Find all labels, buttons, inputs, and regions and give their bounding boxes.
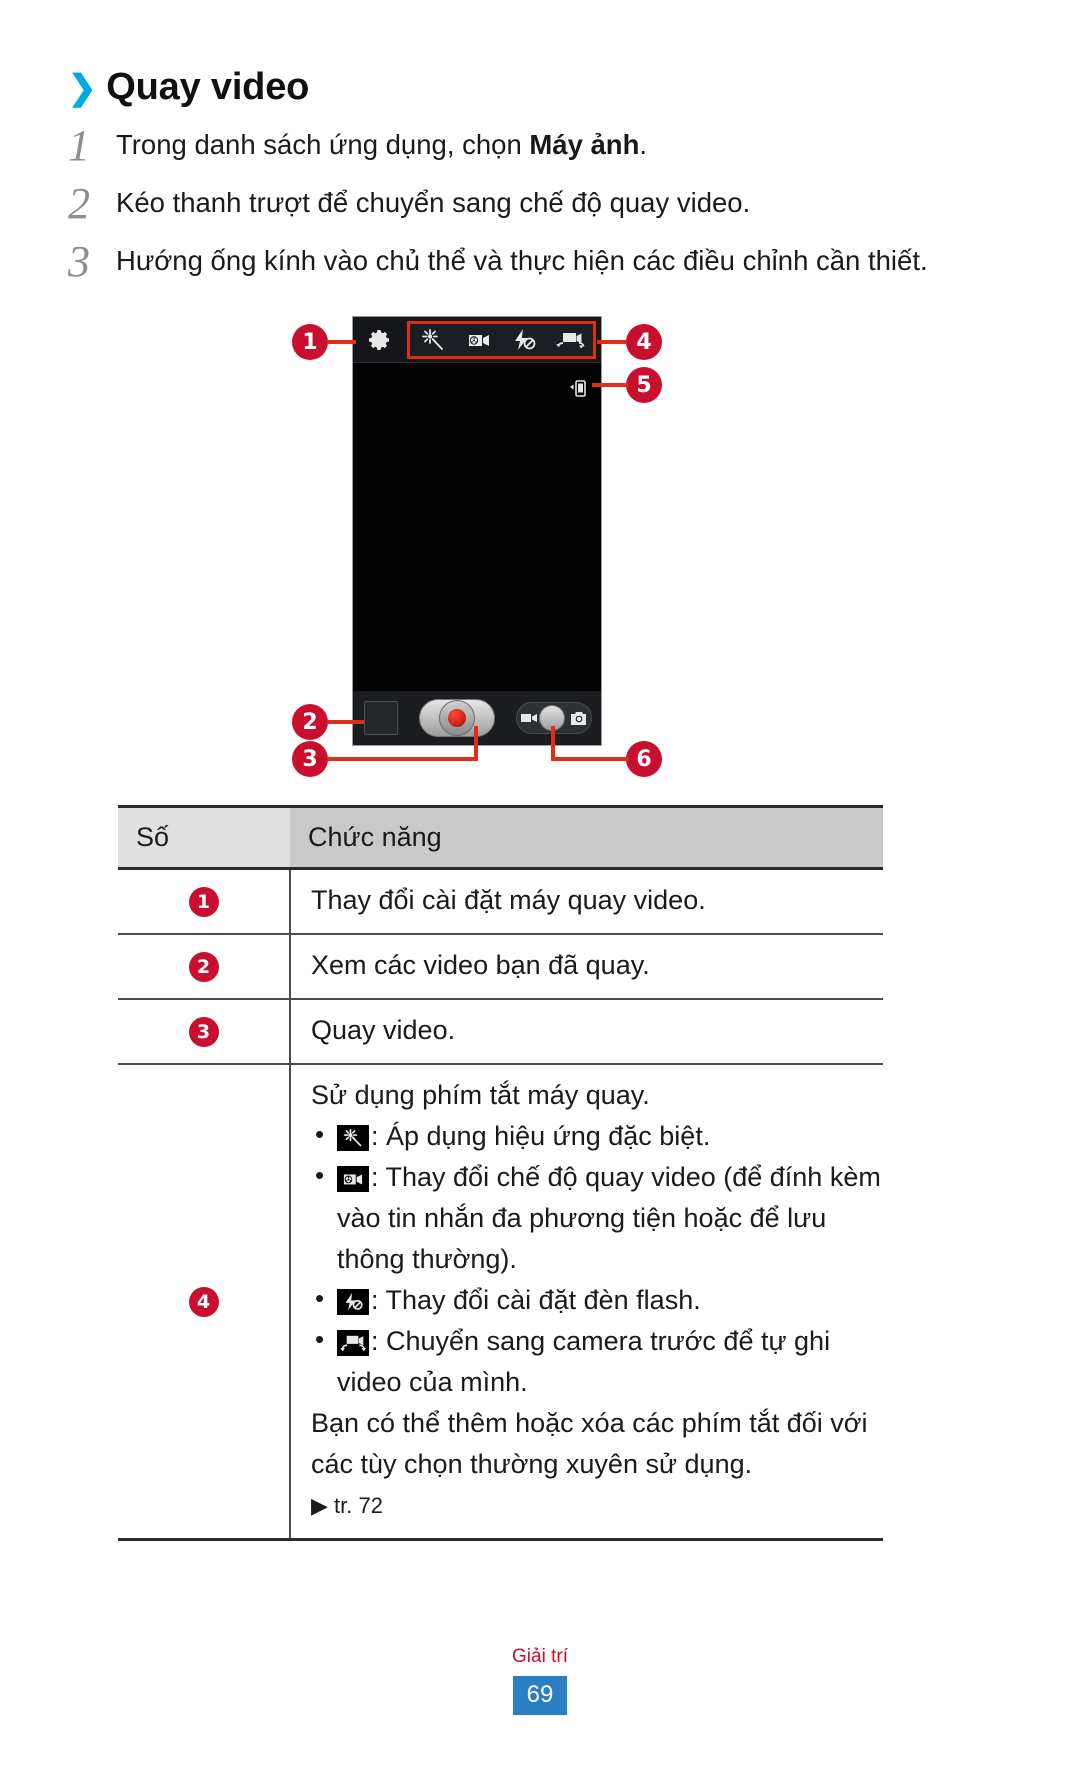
table-header-function: Chức năng xyxy=(290,805,883,870)
row-badge: 4 xyxy=(188,1286,219,1317)
bullet-item: : Thay đổi chế độ quay video (để đính kè… xyxy=(311,1155,883,1280)
page-title: ❯ Quay video xyxy=(68,66,309,109)
bullet-text: : Áp dụng hiệu ứng đặc biệt. xyxy=(371,1121,711,1151)
step-text-bold: Máy ảnh xyxy=(529,129,640,160)
row-text-cell: Quay video. xyxy=(290,999,883,1065)
chevron-right-icon: ❯ xyxy=(68,69,97,107)
step-item: 2 Kéo thanh trượt để chuyển sang chế độ … xyxy=(68,178,998,230)
record-button[interactable] xyxy=(419,699,495,737)
row4-bullets: : Áp dụng hiệu ứng đặc biệt. xyxy=(311,1114,883,1403)
phone-mockup xyxy=(352,316,602,746)
table-row: 2 Xem các video bạn đã quay. xyxy=(118,934,883,1000)
bullet-text: : Thay đổi chế độ quay video (để đính kè… xyxy=(337,1162,881,1274)
callout-leader-2 xyxy=(328,720,364,724)
steps-list: 1 Trong danh sách ứng dụng, chọn Máy ảnh… xyxy=(68,120,998,294)
row-badge: 2 xyxy=(188,951,219,982)
video-mode-icon xyxy=(337,1166,369,1192)
step-item: 1 Trong danh sách ứng dụng, chọn Máy ảnh… xyxy=(68,120,998,172)
footer-caption: Giải trí xyxy=(512,1646,568,1667)
step-number: 3 xyxy=(68,237,90,286)
callout-leader-3-h xyxy=(328,757,478,761)
step-text-post: . xyxy=(639,129,648,160)
callout-3: 3 xyxy=(292,741,328,777)
effects-shortcut-button[interactable] xyxy=(416,326,450,354)
row4-outro: Bạn có thể thêm hoặc xóa các phím tắt đố… xyxy=(311,1408,868,1479)
step-text-pre: Trong danh sách ứng dụng, chọn xyxy=(116,129,530,160)
callout-2: 2 xyxy=(292,704,328,740)
row-number-cell: 2 xyxy=(118,934,291,1000)
step-text: Trong danh sách ứng dụng, chọn Máy ảnh. xyxy=(116,120,647,169)
camera-top-toolbar xyxy=(353,317,601,363)
page-footer: Giải trí 69 xyxy=(0,1646,1080,1715)
flash-off-icon xyxy=(337,1289,369,1315)
manual-page: ❯ Quay video 1 Trong danh sách ứng dụng,… xyxy=(0,0,1080,1771)
callout-leader-6-v xyxy=(551,726,555,759)
row-badge: 1 xyxy=(188,886,219,917)
callout-leader-1 xyxy=(328,340,356,344)
video-mode-shortcut-button[interactable] xyxy=(462,326,496,354)
step-text: Kéo thanh trượt để chuyển sang chế độ qu… xyxy=(116,187,751,218)
table-header-number: Số xyxy=(118,805,290,870)
page-number: 69 xyxy=(512,1676,568,1715)
magic-wand-icon xyxy=(337,1125,369,1151)
switch-camera-icon xyxy=(337,1330,369,1356)
video-mode-icon xyxy=(468,334,489,346)
functions-table: Số Chức năng 1 Thay đổi cài đặt máy quay… xyxy=(118,805,883,1541)
table-row: 4 Sử dụng phím tắt máy quay. •: Áp dụng… xyxy=(118,1064,883,1541)
page-title-text: Quay video xyxy=(106,66,310,108)
callout-leader-6-h xyxy=(551,757,629,761)
step-number: 2 xyxy=(68,179,90,228)
step-item: 3 Hướng ống kính vào chủ thể và thực hiệ… xyxy=(68,236,998,288)
callout-leader-4 xyxy=(597,340,627,344)
callout-leader-3-v xyxy=(474,726,478,759)
row4-reference: ▶ tr. 72 xyxy=(311,1493,383,1518)
row4-intro: Sử dụng phím tắt máy quay. xyxy=(311,1080,650,1110)
row-number-cell: 4 xyxy=(118,1064,291,1541)
bullet-text: : Thay đổi cài đặt đèn flash. xyxy=(371,1285,701,1315)
callout-leader-5 xyxy=(592,383,628,387)
row-text-cell: Sử dụng phím tắt máy quay. •: Áp dụng h… xyxy=(290,1064,883,1541)
row-number-cell: 1 xyxy=(118,868,291,935)
switch-camera-icon xyxy=(556,332,585,348)
table-row: 3 Quay video. xyxy=(118,999,883,1065)
settings-button[interactable] xyxy=(353,328,407,352)
gallery-thumbnail-button[interactable] xyxy=(364,701,398,735)
magic-wand-icon xyxy=(421,328,443,350)
flash-off-shortcut-button[interactable] xyxy=(507,326,541,354)
photo-camera-icon xyxy=(571,711,586,725)
record-dot-icon xyxy=(448,709,466,727)
row-text-cell: Thay đổi cài đặt máy quay video. xyxy=(290,868,883,935)
table-header-row: Số Chức năng xyxy=(118,805,883,870)
bullet-item: : Áp dụng hiệu ứng đặc biệt. xyxy=(311,1114,883,1157)
bullet-item: : Thay đổi cài đặt đèn flash. xyxy=(311,1278,883,1321)
switch-camera-shortcut-button[interactable] xyxy=(553,326,587,354)
callout-6: 6 xyxy=(626,741,662,777)
camera-shortcuts-bar xyxy=(407,320,596,359)
bullet-item: : Chuyển sang camera trước để tự ghi vid… xyxy=(311,1319,883,1403)
flash-off-icon xyxy=(515,328,536,350)
camera-viewfinder xyxy=(353,363,601,693)
row-number-cell: 3 xyxy=(118,999,291,1065)
video-camera-icon xyxy=(521,714,537,722)
gear-icon xyxy=(369,329,389,350)
record-button-inner xyxy=(439,700,475,736)
record-area xyxy=(398,699,516,737)
step-text: Hướng ống kính vào chủ thể và thực hiện … xyxy=(116,245,928,276)
callout-4: 4 xyxy=(626,324,662,360)
storage-phone-icon xyxy=(570,380,586,397)
row-text-cell: Xem các video bạn đã quay. xyxy=(290,934,883,1000)
callout-1: 1 xyxy=(292,324,328,360)
bullet-text: : Chuyển sang camera trước để tự ghi vid… xyxy=(337,1326,831,1397)
step-number: 1 xyxy=(68,121,90,170)
camera-diagram: 1 4 5 2 3 6 xyxy=(0,300,1080,780)
row-badge: 3 xyxy=(188,1016,219,1047)
table-row: 1 Thay đổi cài đặt máy quay video. xyxy=(118,868,883,935)
storage-location-indicator xyxy=(570,379,587,403)
callout-5: 5 xyxy=(626,367,662,403)
